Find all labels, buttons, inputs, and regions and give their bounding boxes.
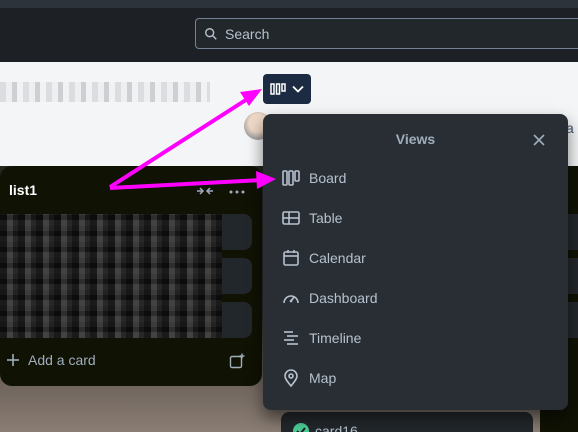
topbar-stripe: [0, 0, 578, 8]
board-title-redacted: [0, 82, 210, 102]
board-icon: [282, 170, 300, 186]
timeline-icon: [284, 331, 298, 345]
plus-icon: [7, 354, 19, 366]
view-option-map[interactable]: Map: [263, 358, 568, 398]
redacted-card-content: [0, 214, 222, 338]
view-option-timeline[interactable]: Timeline: [263, 318, 568, 358]
add-card-button[interactable]: Add a card: [6, 352, 96, 368]
search-icon: [205, 27, 217, 40]
view-option-label: Calendar: [309, 250, 366, 266]
check-circle-icon: [293, 423, 309, 432]
popover-title: Views: [395, 131, 436, 147]
view-option-label: Map: [309, 370, 337, 386]
view-option-label: Timeline: [309, 330, 362, 346]
view-option-label: Table: [309, 210, 343, 226]
top-navigation-bar: Search: [0, 0, 578, 62]
view-switcher-button[interactable]: [263, 74, 311, 104]
card-template-icon[interactable]: [229, 353, 245, 369]
view-option-label: Board: [309, 170, 347, 186]
calendar-icon: [283, 250, 299, 266]
more-icon[interactable]: [228, 182, 246, 196]
view-option-calendar[interactable]: Calendar: [263, 238, 568, 278]
search-box[interactable]: Search: [195, 18, 578, 49]
chevron-down-icon: [292, 85, 304, 93]
list-title[interactable]: list1: [9, 182, 37, 198]
board-icon: [270, 83, 286, 95]
list-card[interactable]: card16: [281, 412, 533, 432]
search-placeholder: Search: [225, 25, 270, 42]
table-icon: [282, 211, 300, 225]
card-title: card16: [315, 423, 358, 432]
view-option-label: Dashboard: [309, 290, 378, 306]
view-option-board[interactable]: Board: [263, 158, 568, 198]
map-pin-icon: [284, 369, 298, 388]
close-button[interactable]: [529, 130, 549, 150]
close-icon: [533, 134, 545, 146]
add-card-label: Add a card: [28, 352, 96, 368]
dashboard-icon: [283, 295, 299, 304]
list-column: list1 Add a card: [0, 166, 262, 386]
collapse-icon[interactable]: [196, 184, 214, 198]
views-popover: Views Board Table Calendar Dashboard Tim…: [263, 114, 568, 410]
view-option-table[interactable]: Table: [263, 198, 568, 238]
view-option-dashboard[interactable]: Dashboard: [263, 278, 568, 318]
